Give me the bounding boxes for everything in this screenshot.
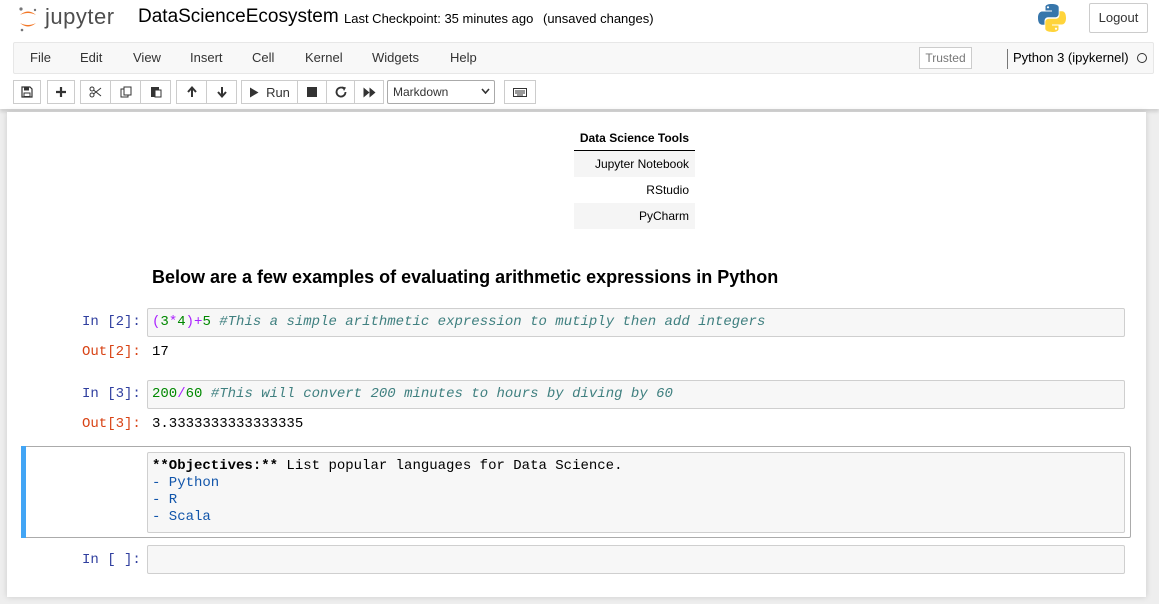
interrupt-button[interactable]	[297, 80, 327, 104]
checkpoint-status: Last Checkpoint: 35 minutes ago	[344, 11, 534, 26]
trusted-indicator[interactable]: Trusted	[919, 47, 972, 69]
restart-icon	[335, 86, 346, 98]
menu-help[interactable]: Help	[450, 50, 477, 65]
table-row: PyCharm	[574, 203, 695, 229]
header: jupyter DataScienceEcosystem Last Checkp…	[0, 0, 1159, 42]
keyboard-icon	[513, 87, 527, 97]
cell-type-value: Markdown	[393, 85, 449, 99]
arrow-down-icon	[216, 87, 227, 98]
save-icon	[21, 86, 33, 98]
copy-icon	[120, 86, 131, 98]
run-icon	[250, 87, 259, 97]
insert-cell-button[interactable]	[47, 80, 75, 104]
run-label: Run	[266, 84, 290, 100]
cut-icon	[89, 86, 102, 98]
kernel-divider	[1007, 49, 1008, 69]
jupyter-logo-text[interactable]: jupyter	[45, 4, 115, 30]
paste-icon	[150, 87, 161, 98]
menu-insert[interactable]: Insert	[190, 50, 223, 65]
move-down-button[interactable]	[206, 80, 237, 104]
cell-output: 3.3333333333333335	[152, 416, 304, 432]
restart-run-all-button[interactable]	[354, 80, 384, 104]
menu-kernel[interactable]: Kernel	[305, 50, 343, 65]
run-button[interactable]: Run	[241, 80, 298, 104]
menu-cell[interactable]: Cell	[252, 50, 274, 65]
cell-output: 17	[152, 344, 169, 360]
menu-view[interactable]: View	[133, 50, 161, 65]
move-up-button[interactable]	[176, 80, 207, 104]
selection-indicator	[21, 446, 26, 538]
restart-button[interactable]	[326, 80, 355, 104]
empty-code-input[interactable]	[147, 545, 1125, 574]
save-button[interactable]	[13, 80, 41, 104]
fast-forward-icon	[363, 87, 375, 97]
code-comment: #This a simple arithmetic expression to …	[219, 314, 766, 330]
markdown-line: **Objectives:** List popular languages f…	[152, 458, 623, 474]
python-logo-icon	[1038, 4, 1066, 32]
markdown-list-item: - R	[152, 492, 178, 508]
autosave-status: (unsaved changes)	[543, 11, 654, 26]
toolbar	[0, 74, 1159, 109]
markdown-input[interactable]: **Objectives:** List popular languages f…	[147, 452, 1125, 533]
markdown-list-item: - Python	[152, 475, 220, 491]
menubar: File Edit View Insert Cell Kernel Widget…	[13, 42, 1154, 74]
stop-icon	[307, 87, 317, 97]
in-prompt: In [3]:	[82, 386, 141, 402]
menu-file[interactable]: File	[30, 50, 51, 65]
code-comment: #This will convert 200 minutes to hours …	[210, 386, 673, 402]
out-prompt: Out[3]:	[82, 416, 141, 432]
kernel-name[interactable]: Python 3 (ipykernel)	[1013, 50, 1129, 65]
cell-type-select[interactable]: Markdown	[387, 80, 495, 104]
in-prompt: In [2]:	[82, 314, 141, 330]
plus-icon	[56, 87, 66, 97]
kernel-idle-icon	[1137, 53, 1147, 63]
table-row: RStudio	[646, 183, 689, 197]
logout-button[interactable]: Logout	[1089, 3, 1148, 33]
arrow-up-icon	[186, 86, 197, 97]
code-input[interactable]: (3*4)+5 #This a simple arithmetic expres…	[147, 308, 1125, 337]
menu-edit[interactable]: Edit	[80, 50, 102, 65]
jupyter-logo-icon[interactable]	[17, 5, 39, 33]
tools-table: Data Science Tools Jupyter Notebook RStu…	[574, 126, 695, 229]
cut-button[interactable]	[80, 80, 111, 104]
table-header: Data Science Tools	[574, 126, 695, 151]
command-palette-button[interactable]	[504, 80, 536, 104]
markdown-list-item: - Scala	[152, 509, 211, 525]
chevron-down-icon	[481, 88, 490, 94]
in-prompt: In [ ]:	[82, 552, 141, 568]
markdown-heading[interactable]: Below are a few examples of evaluating a…	[152, 267, 778, 288]
menu-widgets[interactable]: Widgets	[372, 50, 419, 65]
code-input[interactable]: 200/60 #This will convert 200 minutes to…	[147, 380, 1125, 409]
table-row: Jupyter Notebook	[574, 151, 695, 177]
code-text: (3*4)+5	[152, 314, 211, 330]
copy-button[interactable]	[110, 80, 141, 104]
out-prompt: Out[2]:	[82, 344, 141, 360]
notebook-title[interactable]: DataScienceEcosystem	[138, 6, 339, 28]
code-text: 200/60	[152, 386, 203, 402]
paste-button[interactable]	[140, 80, 171, 104]
